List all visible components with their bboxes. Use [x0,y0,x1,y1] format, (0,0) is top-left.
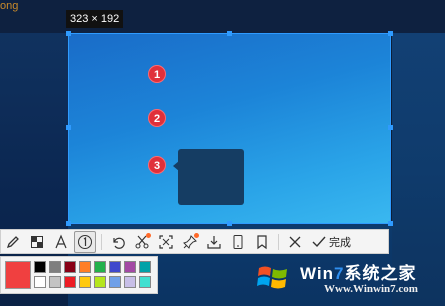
finish-button[interactable]: 完成 [311,234,351,250]
mobile-icon [233,234,243,249]
download-icon [207,235,221,249]
text-icon [55,233,67,248]
new-badge [194,232,199,238]
toolbar-divider [278,233,279,250]
resize-handle-s[interactable] [227,221,232,226]
resize-handle-nw[interactable] [66,31,71,36]
color-swatch[interactable] [64,261,76,273]
color-swatch[interactable] [49,276,61,288]
color-swatch[interactable] [79,276,91,288]
watermark-brand-suffix: 系统之家 [344,264,417,283]
annotation-callout-box[interactable] [178,149,244,205]
toolbar-divider [101,233,102,250]
color-swatch[interactable] [124,276,136,288]
number-marker-1[interactable]: 1 [148,65,166,83]
cancel-button[interactable] [284,231,306,253]
color-swatch[interactable] [94,261,106,273]
resize-handle-e[interactable] [388,125,393,130]
watermark-brand-prefix: Win [300,264,335,283]
number-marker-icon [78,234,92,249]
pin-button[interactable] [179,231,201,253]
mosaic-icon [31,235,43,248]
resize-handle-ne[interactable] [388,31,393,36]
mosaic-tool[interactable] [26,231,48,253]
watermark-url: Www.Winwin7.com [324,283,418,295]
color-swatch[interactable] [139,261,151,273]
desktop-corner-text: ong [0,0,19,12]
download-button[interactable] [203,231,225,253]
watermark-brand: Win7系统之家 [300,259,416,284]
windows-logo-icon [257,266,287,289]
resize-handle-w[interactable] [66,125,71,130]
close-icon [289,236,301,247]
annotation-toolbar: 完成 [0,229,389,254]
color-swatch[interactable] [79,261,91,273]
pencil-icon [6,235,19,248]
text-tool[interactable] [50,231,72,253]
selection-size-label: 323 × 192 [66,10,124,28]
color-swatch[interactable] [124,261,136,273]
fullscreen-capture-icon [159,234,173,249]
color-swatch[interactable] [64,276,76,288]
number-marker-tool[interactable] [74,230,96,253]
finish-label: 完成 [329,235,351,249]
undo-button[interactable] [107,231,129,253]
resize-handle-sw[interactable] [66,221,71,226]
color-palette [0,256,158,294]
number-marker-3[interactable]: 3 [148,156,166,174]
watermark-brand-number: 7 [334,264,345,283]
color-swatch[interactable] [139,276,151,288]
resize-handle-n[interactable] [227,31,232,36]
color-swatch[interactable] [109,276,121,288]
fullscreen-capture-button[interactable] [155,231,177,253]
color-swatch[interactable] [94,276,106,288]
cutout-button[interactable] [131,231,153,253]
send-to-mobile-button[interactable] [227,231,249,253]
checkmark-icon [312,236,326,247]
pencil-tool[interactable] [2,231,24,253]
number-marker-2[interactable]: 2 [148,109,166,127]
current-color-swatch [5,261,31,289]
bookmark-icon [257,234,267,249]
new-badge [146,232,151,238]
bookmark-button[interactable] [251,231,273,253]
color-swatch[interactable] [34,261,46,273]
color-swatch[interactable] [49,261,61,273]
undo-icon [113,237,125,249]
resize-handle-se[interactable] [388,221,393,226]
color-swatch[interactable] [34,276,46,288]
color-swatch[interactable] [109,261,121,273]
